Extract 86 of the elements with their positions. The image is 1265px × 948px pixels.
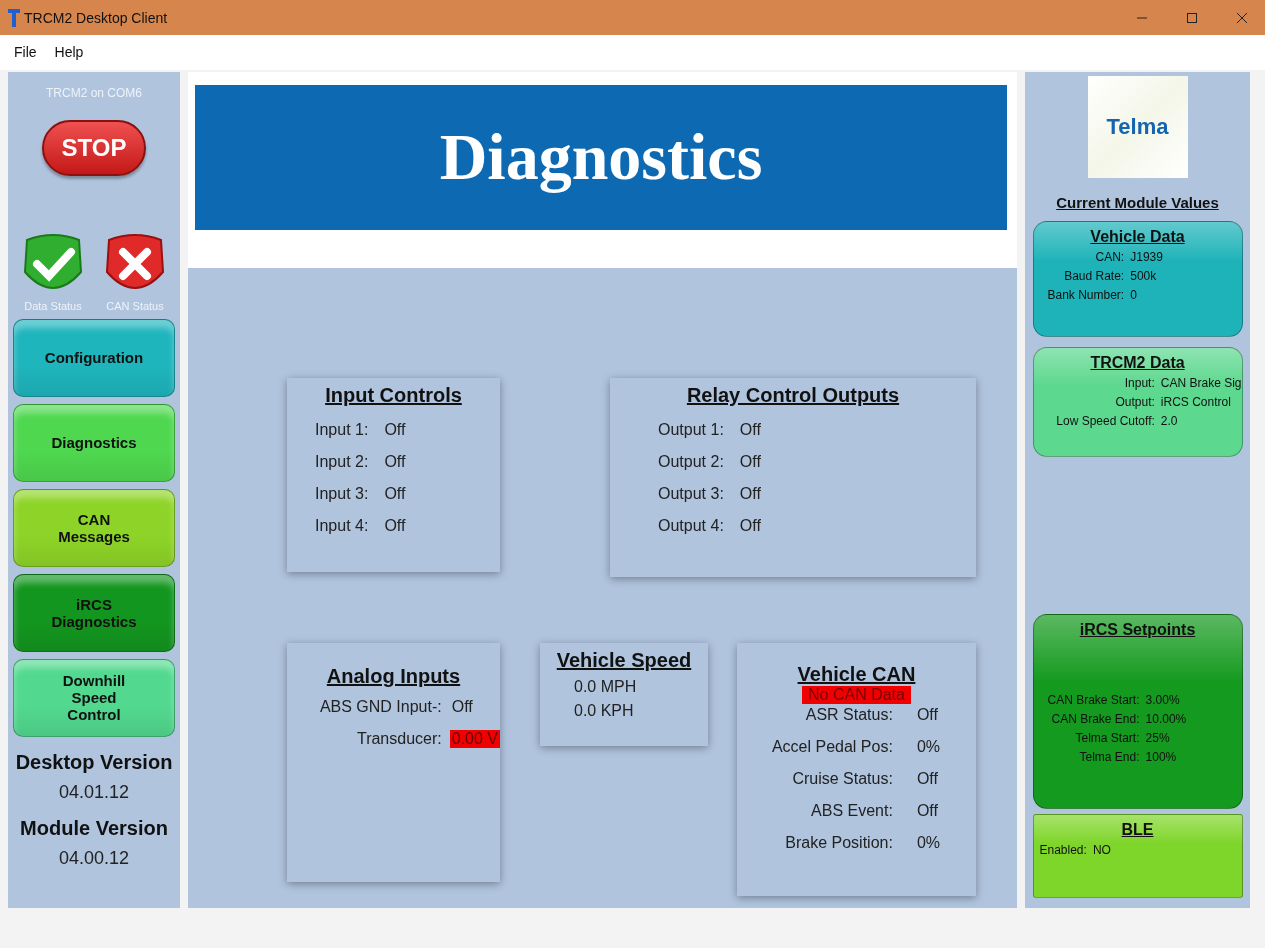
field-label: Output 3: — [658, 484, 724, 503]
field-value: 10.00% — [1145, 712, 1187, 727]
field-label: Input 3: — [315, 484, 369, 503]
maximize-icon[interactable] — [1187, 12, 1197, 23]
card-title: Vehicle Data — [1090, 227, 1185, 246]
card-title: TRCM2 Data — [1090, 353, 1185, 372]
version-value: 04.00.12 — [58, 847, 130, 869]
section-heading: Current Module Values — [1056, 193, 1219, 211]
card-title: Analog Inputs — [326, 664, 461, 688]
nav-button[interactable]: Downhill Speed Control — [13, 658, 175, 737]
field-label: Enabled: — [1039, 843, 1087, 858]
status-label: CAN Status — [106, 299, 164, 312]
field-value: NO — [1092, 843, 1111, 858]
field-label: ASR Status: — [804, 705, 893, 724]
field-value: Off — [383, 516, 407, 535]
field-label: CAN: — [1094, 249, 1125, 264]
window-title: TRCM2 Desktop Client — [24, 9, 169, 26]
field-label: Baud Rate: — [1063, 268, 1125, 283]
field-value: Off — [450, 697, 474, 716]
version-label: Module Version — [20, 816, 168, 840]
field-value: Off — [383, 452, 407, 471]
nav-button[interactable]: Diagnostics — [13, 403, 175, 482]
field-label: Input 2: — [315, 452, 369, 471]
field-label: ABS Event: — [810, 801, 893, 820]
field-label: Brake Position: — [784, 833, 893, 852]
field-value: CAN Brake Sig — [1160, 375, 1242, 390]
speed-value: 0.0 KPH — [573, 701, 634, 720]
field-label: Telma End: — [1078, 750, 1140, 765]
field-value: iRCS Control — [1160, 394, 1232, 409]
field-value: Off — [383, 420, 407, 439]
can-status-badge: No CAN Data — [802, 685, 911, 704]
card-title: Input Controls — [325, 383, 462, 407]
field-label: Bank Number: — [1047, 287, 1125, 302]
nav-button[interactable]: iRCS Diagnostics — [13, 573, 175, 652]
field-label: Input: — [1123, 375, 1155, 390]
field-value: Off — [738, 516, 762, 535]
field-value: Off — [915, 801, 939, 820]
field-value: 2.0 — [1160, 413, 1179, 428]
field-value: 0 — [1130, 287, 1138, 302]
menu-item[interactable]: Help — [48, 42, 90, 63]
app-icon — [8, 8, 20, 27]
card-title: iRCS Setpoints — [1079, 621, 1196, 640]
field-label: Input 4: — [315, 516, 369, 535]
connection-label: TRCM2 on COM6 — [46, 85, 142, 100]
field-value: 0.00 V — [449, 729, 500, 748]
field-label: Output 2: — [658, 452, 724, 471]
version-value: 04.01.12 — [58, 781, 130, 803]
card-title: Vehicle Speed — [556, 648, 692, 672]
field-value: Off — [738, 420, 762, 439]
menu-item[interactable]: File — [8, 42, 43, 63]
field-value: Off — [915, 705, 939, 724]
field-value: J1939 — [1130, 249, 1163, 264]
field-label: Cruise Status: — [791, 769, 893, 788]
stop-button[interactable]: STOP — [42, 119, 146, 176]
field-value: Off — [738, 452, 762, 471]
field-value: 3.00% — [1145, 693, 1181, 708]
version-label: Desktop Version — [15, 750, 173, 774]
field-value: Off — [738, 484, 762, 503]
speed-value: 0.0 MPH — [573, 677, 637, 696]
close-icon[interactable] — [1237, 12, 1247, 23]
field-label: CAN Brake Start: — [1047, 693, 1140, 708]
field-label: Telma Start: — [1074, 731, 1140, 746]
nav-button[interactable]: CAN Messages — [13, 488, 175, 567]
page-title: Diagnostics — [439, 119, 763, 196]
field-value: 0% — [915, 833, 941, 852]
field-label: Accel Pedal Pos: — [771, 737, 893, 756]
card-title: BLE — [1121, 821, 1154, 840]
field-value: Off — [915, 769, 939, 788]
field-value: 500k — [1130, 268, 1158, 283]
nav-button[interactable]: Configuration — [13, 318, 175, 397]
field-label: Output 1: — [658, 420, 724, 439]
field-label: ABS GND Input-: — [319, 697, 442, 716]
card-title: Vehicle CAN — [797, 662, 916, 686]
field-label: Transducer: — [355, 729, 442, 748]
field-label: Output 4: — [658, 516, 724, 535]
logo-text: Telma — [1106, 113, 1169, 140]
field-value: Off — [383, 484, 407, 503]
field-label: Output: — [1114, 394, 1155, 409]
field-label: Input 1: — [315, 420, 369, 439]
field-value: 25% — [1145, 731, 1171, 746]
field-value: 0% — [915, 737, 941, 756]
field-value: 100% — [1145, 750, 1178, 765]
card-title: Relay Control Outputs — [686, 383, 900, 407]
field-label: Low Speed Cutoff: — [1056, 413, 1155, 428]
field-label: CAN Brake End: — [1050, 712, 1140, 727]
status-label: Data Status — [24, 299, 82, 312]
